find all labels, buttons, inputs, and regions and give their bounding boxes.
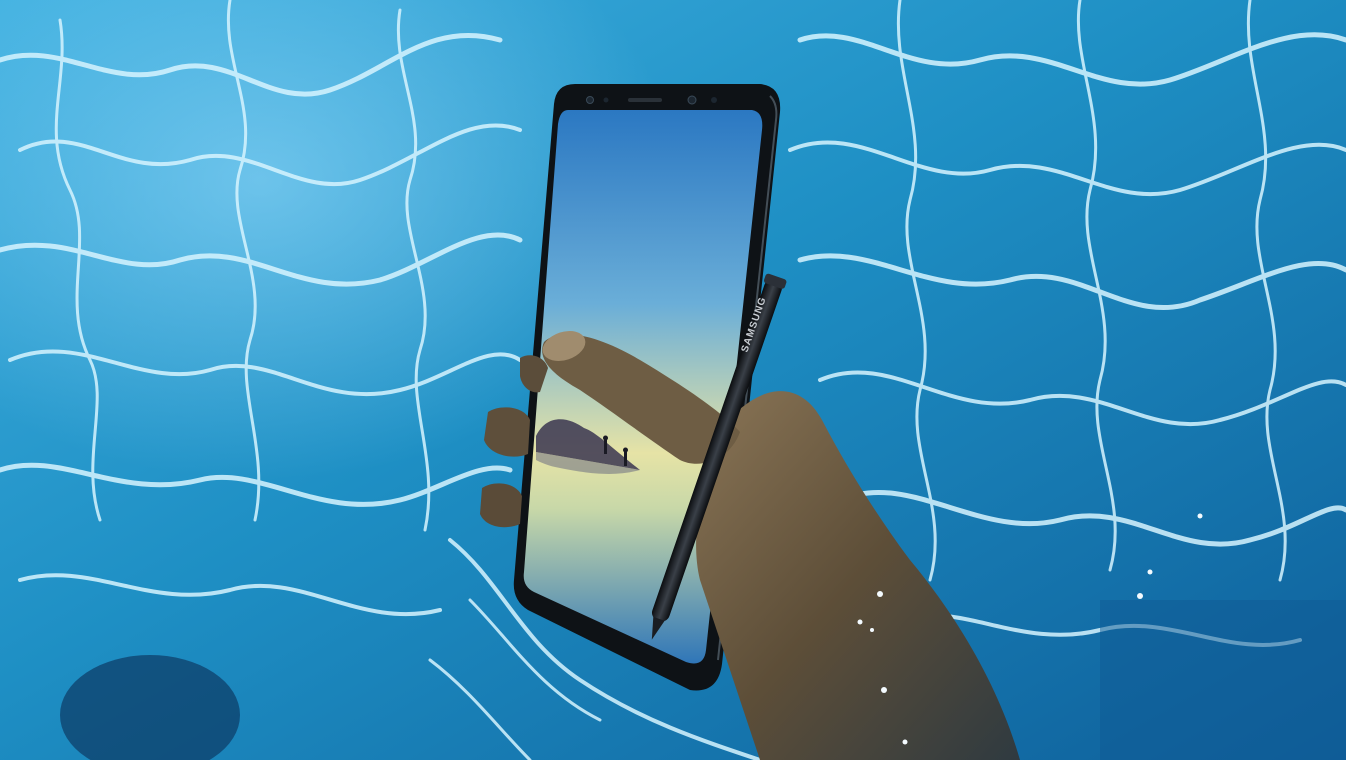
scene-illustration — [0, 0, 1346, 760]
photo-scene: SAMSUNG — [0, 0, 1346, 760]
earpiece — [628, 98, 662, 102]
front-camera-icon — [687, 95, 697, 105]
finger-ring — [480, 483, 522, 528]
pool-shadow-right — [1100, 600, 1346, 760]
iris-scanner-icon — [586, 96, 594, 104]
sensor-icon — [711, 97, 717, 103]
finger-middle — [484, 407, 530, 457]
proximity-sensor-icon — [603, 97, 609, 103]
